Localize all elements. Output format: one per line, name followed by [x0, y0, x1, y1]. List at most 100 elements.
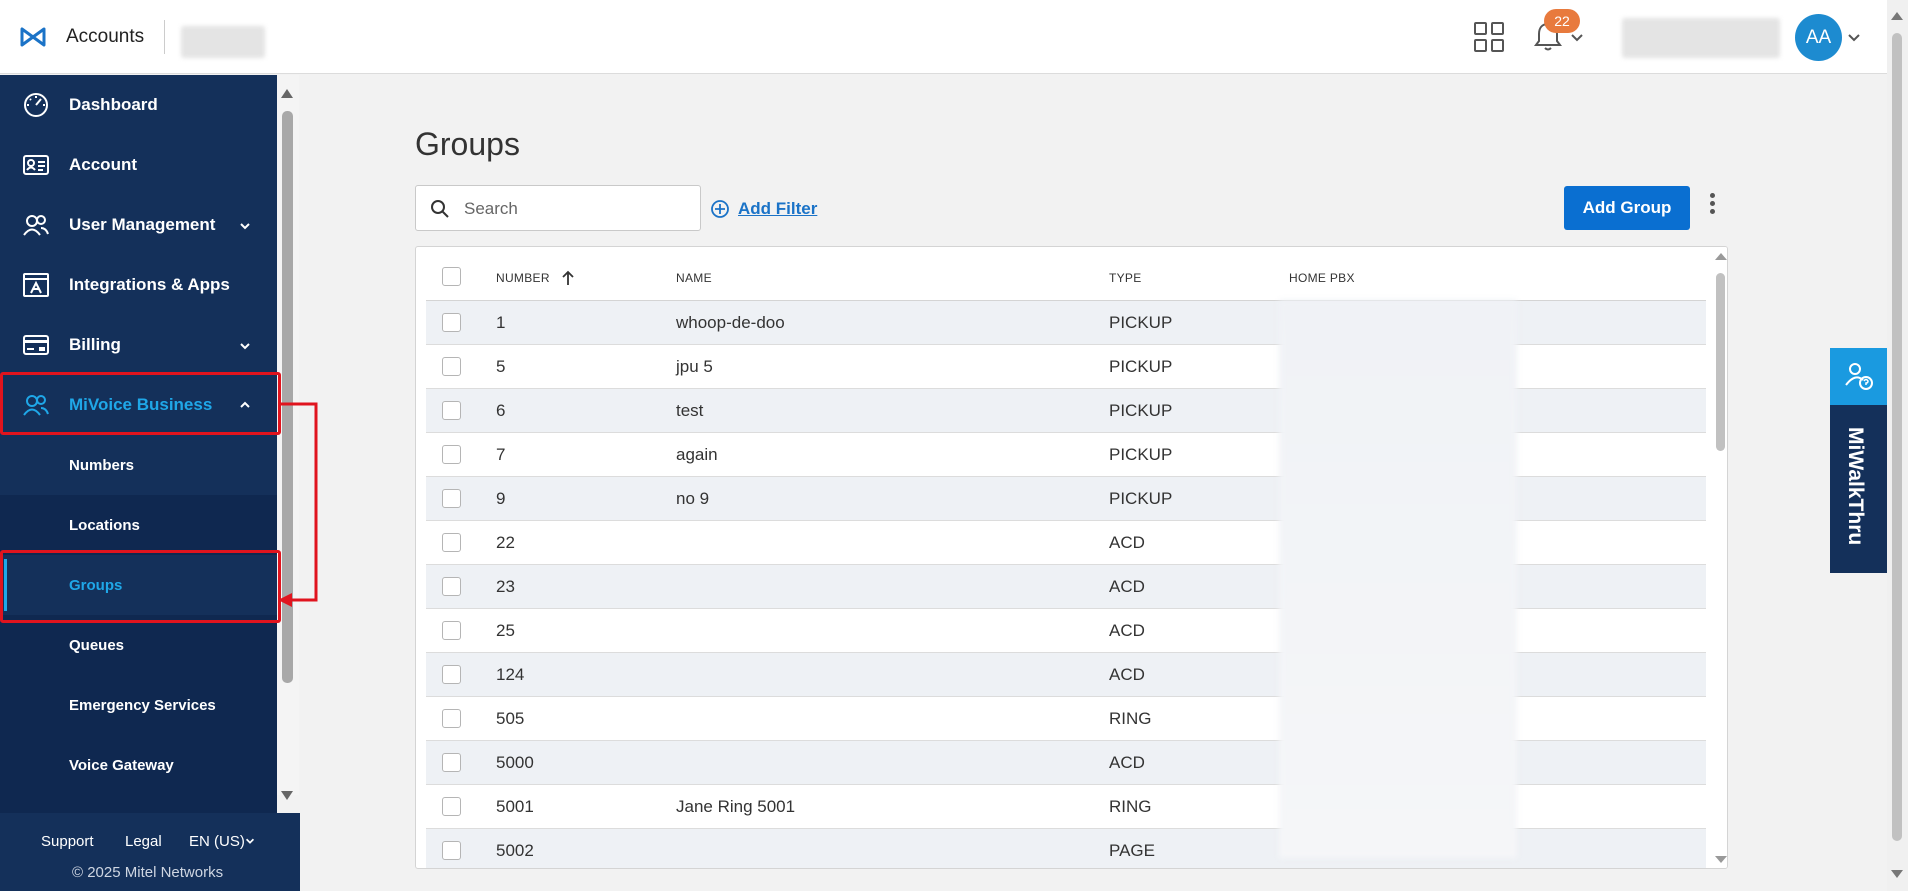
row-checkbox[interactable] — [442, 533, 461, 552]
cell-name: whoop-de-doo — [676, 313, 785, 332]
sidebar-subitem-queues[interactable]: Queues — [0, 615, 277, 675]
column-header-name[interactable]: NAME — [676, 271, 712, 285]
row-checkbox[interactable] — [442, 445, 461, 464]
cell-number: 23 — [496, 577, 515, 596]
cell-type: RING — [1109, 709, 1152, 728]
page-title: Groups — [415, 126, 520, 162]
walkthru-tab[interactable]: MiWalkThru — [1830, 405, 1887, 573]
sidebar-subitem-voice-gateway[interactable]: Voice Gateway — [0, 735, 277, 795]
cell-number: 5 — [496, 357, 506, 376]
cell-number: 1 — [496, 313, 506, 332]
sidebar-item-label: User Management — [69, 215, 216, 234]
scroll-up-arrow-icon[interactable] — [281, 89, 293, 98]
sidebar-item-account[interactable]: Account — [0, 135, 277, 195]
chevron-down-icon — [240, 343, 250, 350]
sidebar-subitem-label: Voice Gateway — [69, 756, 174, 774]
row-checkbox[interactable] — [442, 709, 461, 728]
cell-name: jpu 5 — [676, 357, 713, 376]
scroll-down-arrow-icon[interactable] — [1715, 856, 1727, 863]
legal-link[interactable]: Legal — [125, 833, 162, 850]
row-checkbox[interactable] — [442, 313, 461, 332]
dashboard-icon — [24, 93, 48, 117]
sidebar-item-billing[interactable]: Billing — [0, 315, 277, 375]
column-header-home-pbx[interactable]: HOME PBX — [1289, 271, 1355, 285]
walkthru-label: MiWalkThru — [1844, 427, 1867, 546]
scrollbar-thumb[interactable] — [1892, 33, 1902, 841]
chevron-down-icon[interactable] — [1847, 33, 1861, 43]
billing-card-icon — [23, 335, 49, 355]
select-all-checkbox[interactable] — [442, 267, 461, 286]
add-filter-label: Add Filter — [738, 199, 818, 218]
app-title: Accounts — [66, 26, 145, 47]
cell-type: PAGE — [1109, 841, 1155, 860]
page-scrollbar[interactable] — [1887, 0, 1908, 891]
column-header-number[interactable]: NUMBER — [496, 271, 550, 285]
row-checkbox[interactable] — [442, 665, 461, 684]
cell-number: 5002 — [496, 841, 534, 860]
scroll-down-arrow-icon[interactable] — [281, 791, 293, 800]
sidebar-subitem-label: Emergency Services — [69, 696, 216, 714]
sidebar-subitem-label: Queues — [69, 636, 125, 654]
groups-table: NUMBER NAME TYPE HOME PBX 1 whoop-de-doo P… — [415, 246, 1728, 869]
chevron-down-icon — [240, 223, 250, 230]
cell-type: PICKUP — [1109, 357, 1173, 376]
annotation-highlight-box — [0, 372, 281, 435]
app-grid-icon[interactable] — [1474, 22, 1504, 52]
support-link[interactable]: Support — [41, 833, 94, 850]
table-scrollbar[interactable] — [1711, 247, 1727, 868]
scroll-up-arrow-icon[interactable] — [1715, 253, 1727, 260]
add-filter-link[interactable]: Add Filter — [710, 198, 817, 220]
top-header: Accounts 22 AA — [0, 0, 1887, 74]
cell-number: 5000 — [496, 753, 534, 772]
scroll-up-arrow-icon[interactable] — [1891, 12, 1903, 20]
sidebar-subitem-locations[interactable]: Locations — [0, 495, 277, 555]
redacted-user-name — [1622, 18, 1780, 58]
row-checkbox[interactable] — [442, 489, 461, 508]
cell-name: again — [676, 445, 718, 464]
plus-circle-icon — [711, 200, 729, 218]
row-checkbox[interactable] — [442, 357, 461, 376]
sidebar-item-integrations[interactable]: Integrations & Apps — [0, 255, 277, 315]
cell-type: PICKUP — [1109, 489, 1173, 508]
row-checkbox[interactable] — [442, 797, 461, 816]
language-selector[interactable]: EN (US) — [189, 833, 245, 850]
column-header-type[interactable]: TYPE — [1109, 271, 1142, 285]
cell-type: ACD — [1109, 665, 1145, 684]
annotation-arrow-icon — [278, 402, 318, 607]
add-group-button[interactable]: Add Group — [1564, 186, 1690, 230]
cell-number: 5001 — [496, 797, 534, 816]
sort-ascending-icon[interactable] — [561, 270, 575, 286]
sidebar-subitem-numbers[interactable]: Numbers — [0, 435, 277, 495]
table-header: NUMBER NAME TYPE HOME PBX — [426, 247, 1706, 301]
redacted-account-name — [181, 26, 265, 58]
row-checkbox[interactable] — [442, 577, 461, 596]
row-checkbox[interactable] — [442, 753, 461, 772]
sidebar-subitem-emergency-services[interactable]: Emergency Services — [0, 675, 277, 735]
chevron-down-icon[interactable] — [244, 836, 256, 846]
cell-name: test — [676, 401, 704, 420]
walkthru-help-button[interactable] — [1830, 348, 1887, 405]
search-box[interactable] — [415, 185, 701, 231]
cell-number: 25 — [496, 621, 515, 640]
row-checkbox[interactable] — [442, 621, 461, 640]
search-input[interactable] — [464, 196, 684, 222]
sidebar-item-label: Billing — [69, 335, 121, 354]
sidebar-item-label: Account — [69, 155, 137, 174]
row-checkbox[interactable] — [442, 841, 461, 860]
sidebar-item-label: Dashboard — [69, 95, 158, 114]
users-icon — [23, 215, 49, 236]
scroll-down-arrow-icon[interactable] — [1891, 870, 1903, 878]
cell-number: 6 — [496, 401, 506, 420]
chevron-down-icon[interactable] — [1570, 33, 1584, 43]
user-avatar[interactable]: AA — [1795, 14, 1842, 61]
cell-number: 505 — [496, 709, 525, 728]
cell-type: PICKUP — [1109, 401, 1173, 420]
copyright-text: © 2025 Mitel Networks — [72, 864, 224, 881]
sidebar-item-user-management[interactable]: User Management — [0, 195, 277, 255]
cell-name: Jane Ring 5001 — [676, 797, 796, 816]
scrollbar-thumb[interactable] — [1716, 273, 1725, 451]
row-checkbox[interactable] — [442, 401, 461, 420]
sidebar-footer: Support Legal EN (US) © 2025 Mitel Netwo… — [0, 813, 300, 891]
sidebar-item-dashboard[interactable]: Dashboard — [0, 75, 277, 135]
more-options-icon[interactable] — [1706, 193, 1718, 219]
